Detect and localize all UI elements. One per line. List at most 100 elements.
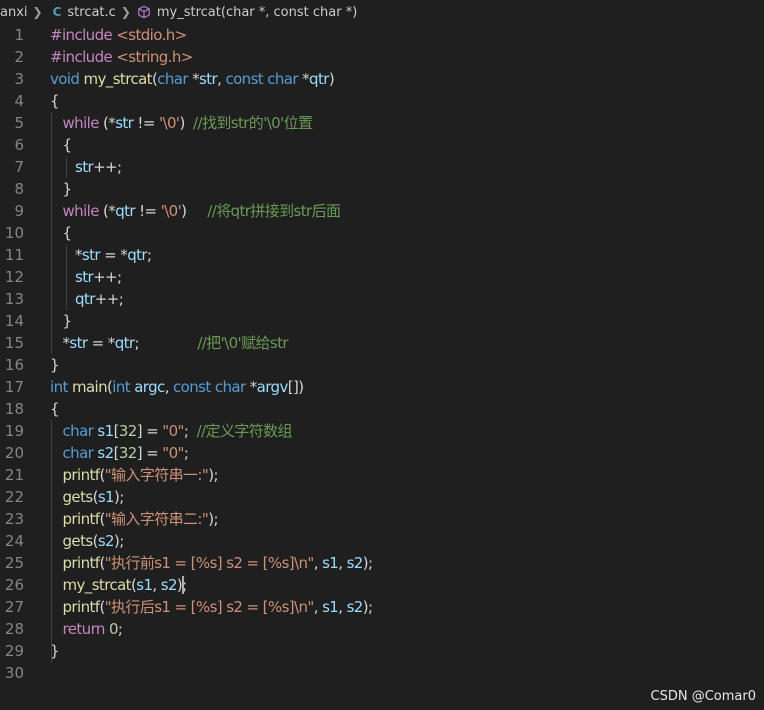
- code-line[interactable]: 28 return 0;: [0, 618, 764, 640]
- code-line[interactable]: 22 gets(s1);: [0, 486, 764, 508]
- indent-guide: [51, 420, 52, 662]
- breadcrumb-file[interactable]: C strcat.c: [49, 5, 116, 20]
- code-token: ;: [134, 334, 198, 352]
- code-line[interactable]: 12 str++;: [0, 266, 764, 288]
- code-line[interactable]: 7 str++;: [0, 156, 764, 178]
- line-number: 20: [4, 444, 24, 462]
- code-token: ,: [313, 598, 323, 616]
- breadcrumb-symbol-label: my_strcat(char *, const char *): [156, 4, 358, 20]
- code-token: return: [62, 620, 109, 638]
- code-line[interactable]: 30: [0, 662, 764, 684]
- code-token: ): [298, 378, 304, 396]
- code-line[interactable]: 19 char s1[32] = "0"; //定义字符数组: [0, 420, 764, 442]
- code-line[interactable]: 24 gets(s2);: [0, 530, 764, 552]
- code-token: ,: [338, 554, 347, 572]
- code-text: #include <stdio.h>: [50, 24, 187, 46]
- code-text: }: [50, 354, 60, 376]
- code-text: gets(s2);: [50, 530, 125, 552]
- code-token: str: [81, 246, 101, 264]
- code-token: "执行后s1 = [%s] s2 = [%s]\n": [104, 598, 315, 616]
- code-token: "输入字符串一:": [104, 466, 209, 484]
- code-line[interactable]: 1 #include <stdio.h>: [0, 24, 764, 46]
- code-line[interactable]: 5 while (*str != '\0') //找到str的'\0'位置: [0, 112, 764, 134]
- code-token: ;: [183, 422, 197, 440]
- breadcrumb: anxi ❯ C strcat.c ❯ my_strcat(char *, co…: [0, 0, 764, 24]
- line-number: 2: [14, 48, 24, 66]
- code-token: str: [75, 268, 94, 286]
- code-token: ;: [183, 444, 189, 462]
- breadcrumb-folder[interactable]: anxi: [0, 5, 28, 20]
- line-number: 25: [4, 554, 24, 572]
- code-token: {: [50, 92, 60, 110]
- code-text: printf("输入字符串二:");: [50, 508, 219, 530]
- line-number: 28: [4, 620, 24, 638]
- code-line[interactable]: 10 {: [0, 222, 764, 244]
- code-token: '\0': [158, 114, 180, 132]
- code-text: printf("执行前s1 = [%s] s2 = [%s]\n", s1, s…: [50, 552, 374, 574]
- text-cursor: [181, 576, 184, 594]
- code-token: {: [50, 400, 60, 418]
- code-line[interactable]: 15 *str = *qtr; //把'\0'赋给str: [0, 332, 764, 354]
- line-number: 26: [4, 576, 24, 594]
- code-token: );: [208, 466, 218, 484]
- code-token: (*: [103, 202, 116, 220]
- code-line[interactable]: 9 while (*qtr != '\0') //将qtr拼接到str后面: [0, 200, 764, 222]
- code-token: s1: [136, 576, 153, 594]
- code-line[interactable]: 23 printf("输入字符串二:");: [0, 508, 764, 530]
- code-token: gets: [62, 532, 94, 550]
- code-line[interactable]: 6 {: [0, 134, 764, 156]
- chevron-right-icon: ❯: [32, 5, 43, 19]
- code-line[interactable]: 20 char s2[32] = "0";: [0, 442, 764, 464]
- code-line[interactable]: 8 }: [0, 178, 764, 200]
- code-token: ++;: [94, 290, 124, 308]
- code-token: = *: [100, 246, 128, 264]
- line-number: 4: [14, 92, 24, 110]
- code-line[interactable]: 16}: [0, 354, 764, 376]
- code-text: printf("执行后s1 = [%s] s2 = [%s]\n", s1, s…: [50, 596, 374, 618]
- code-token: s2: [97, 532, 115, 550]
- code-token: *: [192, 70, 200, 88]
- line-number: 21: [4, 466, 24, 484]
- code-line[interactable]: 26 my_strcat(s1, s2);: [0, 574, 764, 596]
- code-token: s1: [322, 554, 339, 572]
- code-token: '\0': [160, 202, 182, 220]
- code-line[interactable]: 11 *str = *qtr;: [0, 244, 764, 266]
- code-line[interactable]: 29}: [0, 640, 764, 662]
- code-line[interactable]: 3 void my_strcat(char *str, const char *q…: [0, 68, 764, 90]
- code-text: {: [50, 134, 73, 156]
- code-line[interactable]: 2 #include <string.h>: [0, 46, 764, 68]
- code-token: my_strcat: [62, 576, 132, 594]
- code-token: );: [362, 554, 373, 572]
- code-token: str: [199, 70, 218, 88]
- code-token: gets: [62, 488, 94, 506]
- code-line[interactable]: 13 qtr++;: [0, 288, 764, 310]
- code-line[interactable]: 14 }: [0, 310, 764, 332]
- line-number: 12: [4, 268, 24, 286]
- code-token: "执行前s1 = [%s] s2 = [%s]\n": [104, 554, 315, 572]
- breadcrumb-symbol[interactable]: my_strcat(char *, const char *): [137, 5, 357, 20]
- code-line[interactable]: 21 printf("输入字符串一:");: [0, 464, 764, 486]
- code-line[interactable]: 27 printf("执行后s1 = [%s] s2 = [%s]\n", s1…: [0, 596, 764, 618]
- code-editor[interactable]: 1 #include <stdio.h> 2 #include <string.h> 3…: [0, 24, 764, 710]
- code-token: "输入字符串二:": [104, 510, 209, 528]
- line-number: 18: [4, 400, 24, 418]
- line-number: 29: [4, 642, 24, 660]
- code-line[interactable]: 25 printf("执行前s1 = [%s] s2 = [%s]\n", s1…: [0, 552, 764, 574]
- code-token: ,: [152, 576, 161, 594]
- code-token: argv: [256, 378, 289, 396]
- code-token: //将qtr拼接到str后面: [207, 202, 341, 220]
- code-line[interactable]: 17 int main(int argc, const char *argv[]): [0, 376, 764, 398]
- code-text: while (*str != '\0') //找到str的'\0'位置: [50, 112, 314, 134]
- code-text: int main(int argc, const char *argv[]): [50, 376, 304, 398]
- code-token: }: [62, 180, 73, 198]
- code-token: *: [249, 378, 257, 396]
- code-token: qtr: [127, 246, 147, 264]
- line-number: 15: [4, 334, 24, 352]
- code-token: str: [69, 334, 88, 352]
- code-line[interactable]: 4{: [0, 90, 764, 112]
- code-token: );: [362, 598, 373, 616]
- code-line[interactable]: 18 {: [0, 398, 764, 420]
- code-text: *str = *qtr; //把'\0'赋给str: [50, 332, 289, 354]
- code-text: void my_strcat(char *str, const char *qt…: [50, 68, 335, 90]
